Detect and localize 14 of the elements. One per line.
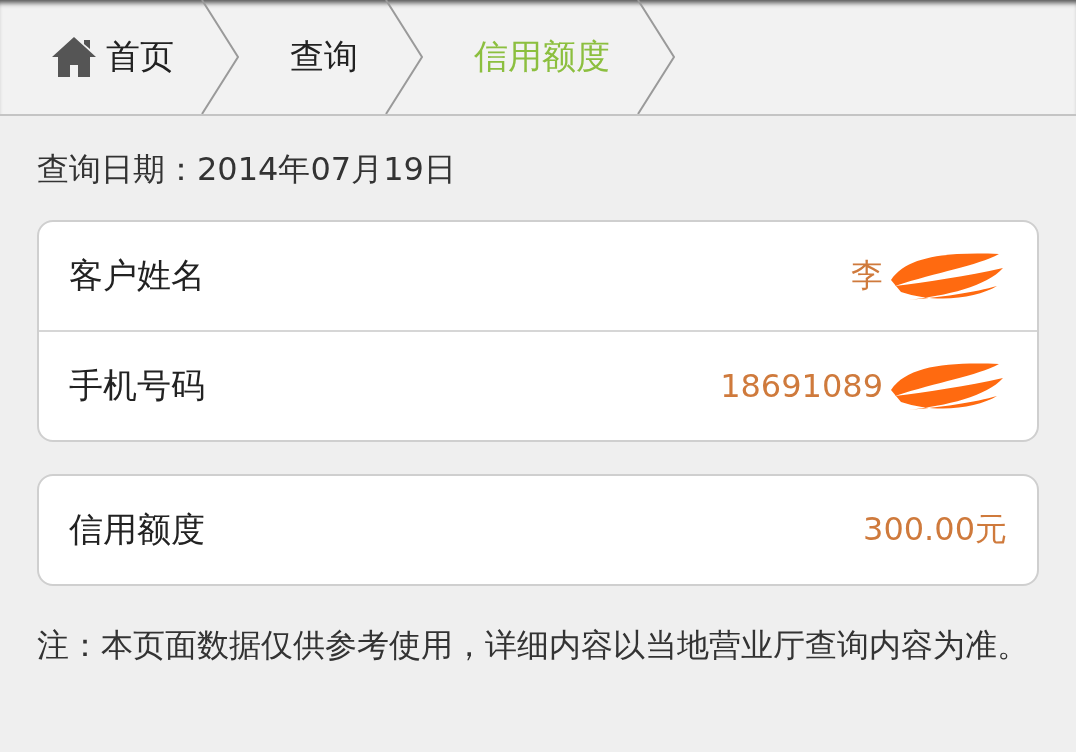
breadcrumb-link[interactable]: 首页 [0,0,174,114]
field-value: 李 [851,255,883,296]
breadcrumb-link[interactable]: 查询 [240,0,358,114]
field-value: 300.00元 [863,509,1007,550]
field-label: 信用额度 [69,508,205,551]
chevron-separator-icon [636,0,676,114]
chevron-separator-icon [384,0,424,114]
field-value: 18691089 [720,367,883,405]
field-label: 手机号码 [69,364,205,407]
field-label: 客户姓名 [69,254,205,297]
query-date: 查询日期：2014年07月19日 [36,149,457,190]
chevron-separator-icon [200,0,240,114]
disclaimer-note: 注：本页面数据仅供参考使用，详细内容以当地营业厅查询内容为准。 [36,625,1030,666]
home-icon [52,37,96,77]
